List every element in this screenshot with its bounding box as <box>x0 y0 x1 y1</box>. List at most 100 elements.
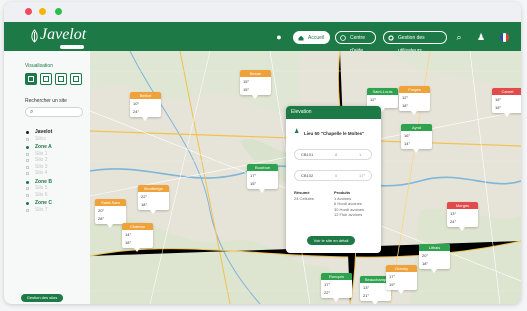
bullet-icon <box>26 146 29 149</box>
nav-gestion-utilisateurs-button[interactable]: Gestion des utilisateurs <box>383 31 447 54</box>
nav-centre-aide-button[interactable]: Centre d'aide <box>335 31 376 54</box>
checkbox-icon[interactable] <box>26 137 29 141</box>
window-titlebar <box>4 2 521 22</box>
search-site-title: Rechercher un site <box>25 98 67 104</box>
cell-row[interactable]: CB102 0 17° <box>294 170 372 181</box>
product-line: 1 Avoines <box>334 195 352 201</box>
site-marker[interactable]: Forges 12° 18° <box>399 86 430 115</box>
marker-value: 18° <box>125 240 132 245</box>
product-line: 6 Hordi avoines <box>334 201 362 206</box>
site-marker-name: Saint-Sam <box>95 199 126 206</box>
maximize-window-button[interactable] <box>55 8 62 15</box>
nav-accueil-button[interactable]: Accueil <box>293 31 330 44</box>
marker-value: 15° <box>250 181 257 186</box>
site-marker[interactable]: Lithais 20° 18° <box>419 244 450 273</box>
site-marker[interactable]: Morges 13° 24° <box>447 202 478 231</box>
tree-sub-item[interactable]: Silo 4 <box>26 170 86 177</box>
marker-pointer <box>252 95 258 99</box>
bullet-icon <box>26 131 29 134</box>
site-marker-body: 12° 18° <box>399 93 430 111</box>
site-marker[interactable]: Chateau 14° 18° <box>122 223 153 252</box>
checkbox-icon[interactable] <box>26 208 29 212</box>
checkbox-icon[interactable] <box>26 165 29 169</box>
checkbox-icon[interactable] <box>26 172 29 175</box>
cell-id: CB102 <box>301 173 314 178</box>
products-column: Produits 1 Avoines 6 Hordi avoines 30 Ho… <box>334 190 364 218</box>
checkbox-icon[interactable] <box>26 159 29 162</box>
french-flag-icon[interactable] <box>500 33 509 42</box>
bullet-icon <box>26 202 29 205</box>
marker-pointer <box>459 227 465 231</box>
close-window-button[interactable] <box>25 8 32 15</box>
site-marker-name: Granby <box>386 265 417 272</box>
tree-item-label: Silo 7 <box>35 206 48 213</box>
chart-view-button[interactable] <box>70 73 82 85</box>
marker-value: 24° <box>133 109 140 114</box>
map-icon <box>28 76 34 82</box>
marker-value: 14° <box>404 141 411 146</box>
site-marker-name: Chateau <box>122 223 153 230</box>
site-marker[interactable]: Besan 15° 15° <box>240 70 271 99</box>
site-marker[interactable]: Ronquin 17° 22° <box>321 273 352 302</box>
visualisation-title: Visualisation <box>25 63 53 69</box>
site-marker-name: Belfort <box>130 92 161 99</box>
marker-pointer <box>333 298 339 302</box>
checkbox-icon[interactable] <box>26 152 29 156</box>
view-site-detail-button[interactable]: Voir le site en détail <box>307 236 355 245</box>
site-marker[interactable]: Montbeige 22° 18° <box>138 185 169 214</box>
site-marker-body: 17° 22° <box>321 280 352 298</box>
app-header: Javelot ● Accueil Centre d'aide Gestion … <box>4 22 521 54</box>
marker-pointer <box>372 301 378 304</box>
cell-value: 0 <box>335 173 338 178</box>
notification-bell-icon[interactable]: ● <box>272 30 286 44</box>
checkbox-icon[interactable] <box>26 187 29 190</box>
cell-row[interactable]: CB101 8 1 <box>294 149 372 160</box>
gear-icon <box>388 35 394 41</box>
site-marker-name: Aynd <box>401 124 432 131</box>
site-marker-name: Montbeige <box>138 185 169 192</box>
search-icon[interactable]: ⌕ <box>452 30 466 44</box>
marker-pointer <box>411 111 417 115</box>
site-marker[interactable]: Bourbon 17° 15° <box>247 164 278 193</box>
nav-accueil-label: Accueil <box>308 35 325 41</box>
site-marker[interactable]: Aynd 16° 14° <box>401 124 432 153</box>
grid-view-button[interactable] <box>40 73 52 85</box>
cell-value: 8 <box>335 152 338 157</box>
site-marker-name: Bourbon <box>247 164 278 171</box>
help-icon <box>340 35 346 41</box>
minimize-window-button[interactable] <box>39 8 46 15</box>
marker-pointer <box>107 224 113 228</box>
site-marker[interactable]: Belfort 10° 24° <box>130 92 161 121</box>
site-marker-name: Besan <box>240 70 271 77</box>
tree-sub-item[interactable]: Silo 6 <box>26 192 86 199</box>
product-line: 12 Fluir avoines <box>334 212 363 217</box>
app-logo[interactable]: Javelot <box>40 26 86 44</box>
search-icon: ⌕ <box>30 109 34 115</box>
marker-pointer <box>259 189 265 193</box>
popup-header: Elevation <box>286 106 381 119</box>
list-view-button[interactable] <box>55 73 67 85</box>
map-view-button[interactable] <box>25 73 37 85</box>
tree-sub-item[interactable]: Silo 7 <box>26 207 86 214</box>
site-marker[interactable]: Granby 17° 19° <box>386 265 417 294</box>
site-marker-body: 14° 18° <box>122 230 153 248</box>
site-marker-body: 16° 14° <box>401 131 432 149</box>
tree-item-label: Silo 4 <box>35 170 48 176</box>
sidebar: Visualisation Rechercher un site ⌕ Javel… <box>4 51 91 304</box>
gestion-silos-button[interactable]: Gestion des silos <box>21 294 63 302</box>
marker-value: 18° <box>402 103 409 108</box>
marker-value: 24° <box>450 219 457 224</box>
site-marker[interactable]: Carnet 15° 15° <box>492 88 521 117</box>
site-marker-name: Forges <box>399 86 430 93</box>
logo-badge <box>60 45 84 49</box>
site-search-input[interactable]: ⌕ <box>25 107 83 117</box>
site-marker-body: 20° 18° <box>419 251 450 269</box>
tree-sub-item[interactable]: Silos <box>26 136 86 143</box>
site-marker[interactable]: Saint-Sam 20° 28° <box>95 199 126 228</box>
user-icon: ♟ <box>294 129 300 135</box>
user-profile-icon[interactable]: ♟ <box>474 30 488 44</box>
site-marker[interactable]: Saint-Louis 12° <box>367 88 398 112</box>
site-marker-name: Ronquin <box>321 273 352 280</box>
checkbox-icon[interactable] <box>26 193 29 197</box>
cell-temp: 17° <box>359 173 366 178</box>
